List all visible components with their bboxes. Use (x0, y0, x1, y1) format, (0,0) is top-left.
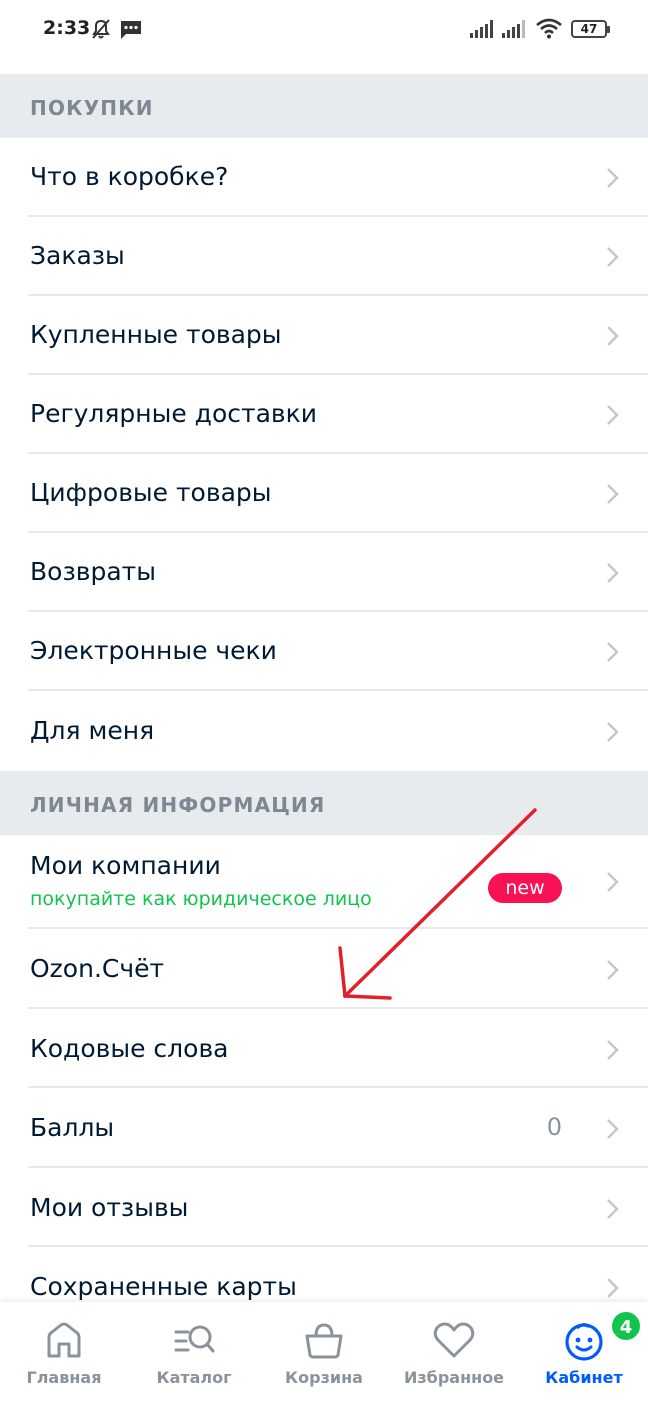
menu-item-label: Мои компании (30, 851, 221, 880)
nav-label: Кабинет (545, 1368, 623, 1387)
menu-item-label: Что в коробке? (30, 162, 229, 191)
nav-label: Избранное (403, 1368, 505, 1387)
menu-item-label: Возвраты (30, 557, 156, 586)
menu-item-ozon-account[interactable]: Ozon.Счёт (0, 929, 648, 1009)
chevron-right-icon (607, 484, 619, 504)
menu-item-in-box[interactable]: Что в коробке? (0, 138, 648, 217)
menu-item-purchased-goods[interactable]: Купленные товары (0, 296, 648, 375)
new-badge: new (488, 873, 562, 903)
battery-icon: 47 (571, 20, 610, 38)
menu-item-label: Сохраненные карты (30, 1272, 297, 1301)
menu-item-returns[interactable]: Возвраты (0, 533, 648, 612)
menu-item-sublabel: покупайте как юридическое лицо (30, 888, 372, 910)
nav-label: Каталог (156, 1368, 232, 1387)
chevron-right-icon (607, 960, 619, 980)
chevron-right-icon (607, 872, 619, 892)
menu-item-label: Электронные чеки (30, 636, 277, 665)
cabinet-badge: 4 (610, 1310, 642, 1342)
menu-item-orders[interactable]: Заказы (0, 217, 648, 296)
profile-face-icon (565, 1323, 603, 1361)
nav-label: Главная (26, 1368, 102, 1387)
chevron-right-icon (607, 563, 619, 583)
menu-item-my-companies[interactable]: Мои компании покупайте как юридическое л… (0, 835, 648, 929)
nav-item-cart[interactable]: Корзина (264, 1302, 384, 1404)
menu-item-label: Купленные товары (30, 320, 282, 349)
chevron-right-icon (607, 642, 619, 662)
section-header-personal-info: ЛИЧНАЯ ИНФОРМАЦИЯ (0, 771, 648, 835)
bottom-nav: Главная Каталог Корзина Избранное Кабине… (0, 1302, 648, 1404)
menu-item-regular-deliveries[interactable]: Регулярные доставки (0, 375, 648, 454)
chevron-right-icon (607, 1040, 619, 1060)
section-title: ЛИЧНАЯ ИНФОРМАЦИЯ (30, 793, 326, 817)
status-time: 2:33 (43, 17, 91, 39)
menu-item-label: Кодовые слова (30, 1034, 229, 1063)
message-icon (121, 21, 141, 39)
chevron-right-icon (607, 722, 619, 742)
chevron-right-icon (607, 247, 619, 267)
menu-item-label: Цифровые товары (30, 478, 272, 507)
home-icon (47, 1322, 81, 1358)
menu-item-my-reviews[interactable]: Мои отзывы (0, 1168, 648, 1247)
menu-item-for-me[interactable]: Для меня (0, 691, 648, 771)
menu-item-e-receipts[interactable]: Электронные чеки (0, 612, 648, 691)
menu-item-label: Заказы (30, 241, 125, 270)
screen: 2:33 47 ПОКУПКИ Что в коробке? Заказы Ку… (0, 0, 648, 1404)
menu-item-label: Баллы (30, 1113, 115, 1142)
heart-icon (433, 1322, 475, 1358)
menu-item-code-words[interactable]: Кодовые слова (0, 1009, 648, 1088)
menu-item-label: Для меня (30, 716, 155, 745)
nav-item-catalog[interactable]: Каталог (134, 1302, 254, 1404)
status-bar: 2:33 47 (0, 0, 648, 74)
chevron-right-icon (607, 1119, 619, 1139)
chevron-right-icon (607, 1278, 619, 1298)
menu-item-label: Мои отзывы (30, 1193, 189, 1222)
catalog-search-icon (174, 1325, 215, 1353)
nav-label: Корзина (285, 1368, 363, 1387)
chevron-right-icon (607, 168, 619, 188)
signal-icon (470, 20, 493, 38)
wifi-icon (536, 18, 562, 39)
menu-item-digital-goods[interactable]: Цифровые товары (0, 454, 648, 533)
menu-item-label: Ozon.Счёт (30, 954, 165, 983)
signal-icon-2 (502, 20, 525, 38)
chevron-right-icon (607, 1199, 619, 1219)
menu-item-label: Регулярные доставки (30, 399, 317, 428)
muted-bell-icon (92, 19, 110, 39)
chevron-right-icon (607, 405, 619, 425)
menu-item-points[interactable]: Баллы 0 (0, 1088, 648, 1168)
nav-item-favorites[interactable]: Избранное (394, 1302, 514, 1404)
chevron-right-icon (607, 326, 619, 346)
section-title: ПОКУПКИ (30, 96, 154, 120)
nav-item-home[interactable]: Главная (4, 1302, 124, 1404)
section-header-purchases: ПОКУПКИ (0, 74, 648, 138)
cart-icon (305, 1323, 343, 1359)
points-value: 0 (546, 1113, 562, 1141)
